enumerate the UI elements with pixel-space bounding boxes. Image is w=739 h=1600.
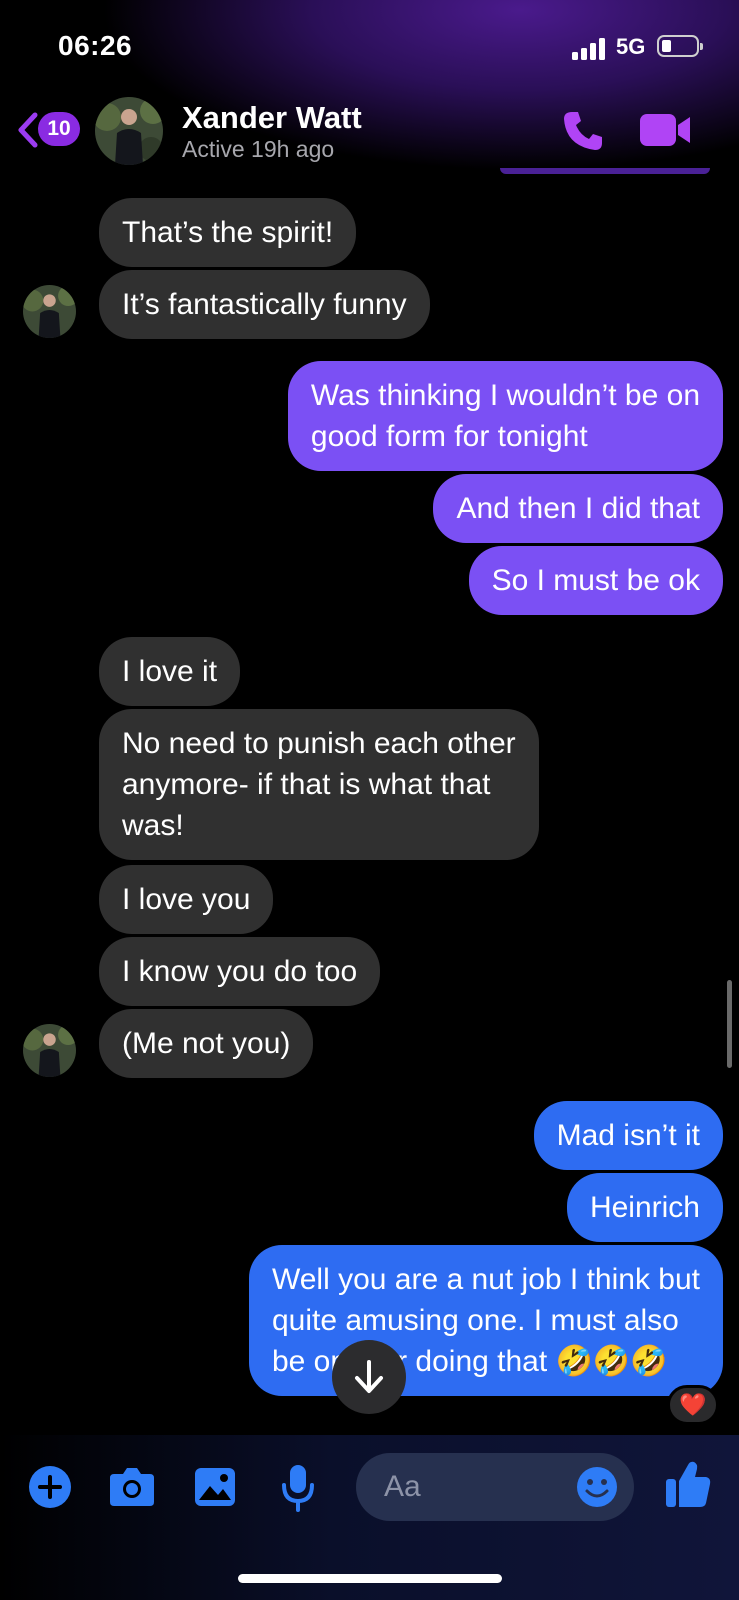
contact-avatar[interactable]	[95, 97, 163, 165]
message-text: I love you	[122, 883, 251, 916]
message-text: Mad isn’t it	[556, 1119, 700, 1152]
message-text-line: Well you are a nut job I think but	[271, 1263, 700, 1296]
header-edge	[500, 168, 710, 174]
message-text: I love it	[122, 655, 218, 688]
message-bubble-incoming[interactable]: That’s the spirit!	[99, 198, 357, 267]
phone-icon[interactable]	[560, 108, 606, 154]
message-bubble-incoming[interactable]: It’s fantastically funny	[99, 270, 430, 339]
back-chevron-icon[interactable]	[16, 112, 38, 148]
message-text: So I must be ok	[491, 564, 700, 597]
message-bubble-outgoing[interactable]: And then I did that	[433, 474, 723, 543]
network-label: 5G	[616, 34, 646, 59]
message-text-line: good form for tonight	[310, 420, 588, 453]
status-time: 06:26	[58, 30, 133, 61]
message-text: I know you do too	[122, 955, 358, 988]
message-text-line: anymore- if that is what that	[122, 768, 491, 801]
thumbs-up-icon[interactable]	[664, 1459, 712, 1509]
message-text: That’s the spirit!	[122, 216, 334, 249]
message-text: (Me not you)	[122, 1027, 291, 1060]
message-bubble-outgoing[interactable]: Heinrich	[566, 1173, 723, 1242]
reaction-emoji: ❤️	[679, 1392, 707, 1417]
heart-reaction[interactable]: ❤️	[667, 1385, 719, 1425]
message-text-line: Was thinking I wouldn’t be on	[310, 379, 700, 412]
message-bubble-outgoing[interactable]: Well you are a nut job I think but quite…	[248, 1245, 723, 1396]
scroll-to-bottom-button[interactable]	[332, 1340, 406, 1414]
message-bubble-incoming[interactable]: I know you do too	[99, 937, 381, 1006]
unread-badge[interactable]: 10	[38, 112, 80, 146]
message-bubble-outgoing[interactable]: Was thinking I wouldn’t be on good form …	[287, 361, 723, 471]
contact-active-status: Active 19h ago	[182, 136, 335, 162]
message-bubble-incoming[interactable]: I love you	[99, 865, 274, 934]
arrow-down-icon	[355, 1360, 383, 1393]
message-bubble-incoming[interactable]: I love it	[99, 637, 241, 706]
message-bubble-incoming[interactable]: (Me not you)	[99, 1009, 314, 1078]
conversation-header: 10 Xander Watt Active 19h ago	[0, 90, 739, 175]
scrollbar[interactable]	[727, 980, 732, 1068]
battery-icon	[657, 35, 703, 57]
message-bubble-outgoing[interactable]: Mad isn’t it	[533, 1101, 723, 1170]
microphone-icon[interactable]	[280, 1463, 316, 1513]
video-camera-icon[interactable]	[638, 110, 694, 150]
message-text-line: quite amusing one. I must also	[271, 1304, 679, 1337]
message-text: It’s fantastically funny	[122, 288, 407, 321]
home-indicator[interactable]	[238, 1574, 502, 1583]
message-input[interactable]: Aa	[356, 1453, 634, 1521]
contact-name: Xander Watt	[182, 100, 362, 135]
plus-icon[interactable]	[28, 1465, 72, 1509]
message-bubble-outgoing[interactable]: So I must be ok	[468, 546, 723, 615]
emoji-icon[interactable]	[576, 1466, 618, 1508]
sender-avatar[interactable]	[23, 285, 76, 338]
sender-avatar[interactable]	[23, 1024, 76, 1077]
message-text: Heinrich	[589, 1191, 700, 1224]
status-bar: 06:26 5G	[0, 0, 739, 90]
message-input-placeholder: Aa	[384, 1470, 421, 1503]
message-text-line: No need to punish each other	[122, 727, 516, 760]
camera-icon[interactable]	[108, 1466, 156, 1508]
signal-icon	[572, 38, 608, 60]
message-text: And then I did that	[456, 492, 700, 525]
message-bubble-incoming[interactable]: No need to punish each other anymore- if…	[99, 709, 539, 860]
image-icon[interactable]	[193, 1466, 237, 1508]
message-text-line: was!	[122, 809, 184, 842]
